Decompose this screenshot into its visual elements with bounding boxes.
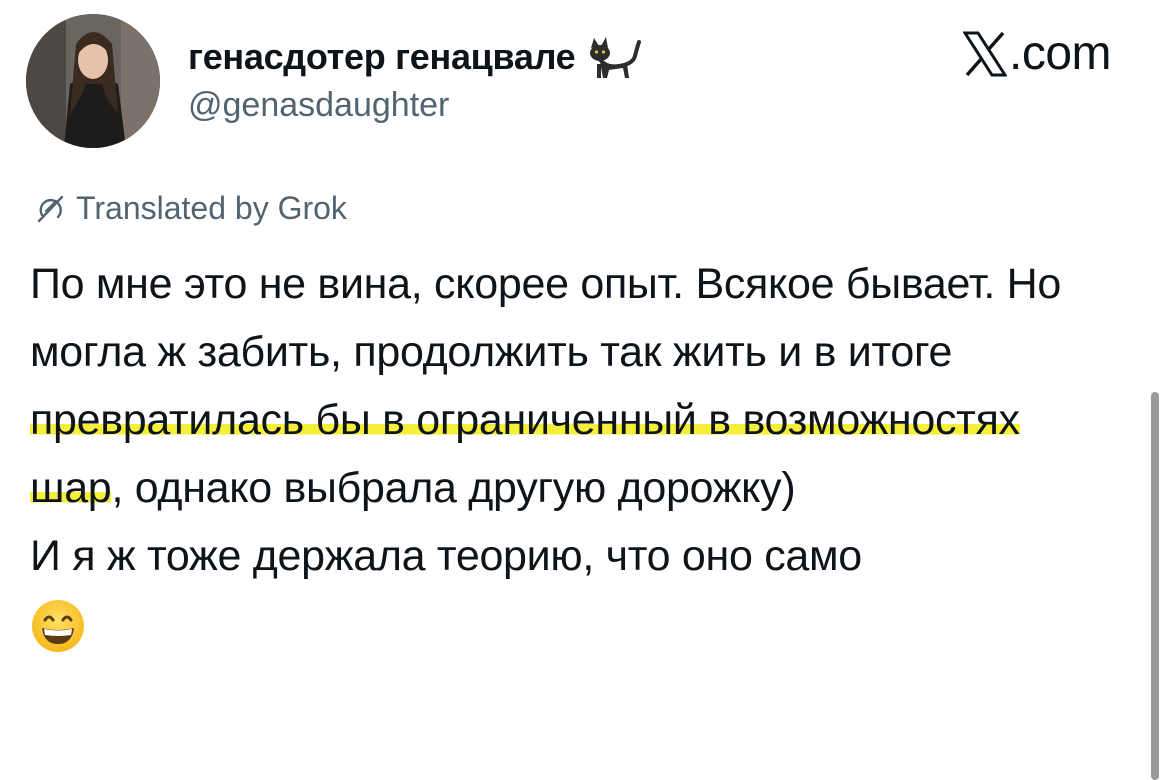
cat-icon (585, 34, 643, 80)
brand-watermark: .com (962, 26, 1112, 81)
tweet-screenshot: генасдотер генацвале @genasdaughter .com… (0, 0, 1169, 780)
tweet-text: По мне это не вина, скорее опыт. Всякое … (30, 250, 1120, 654)
tweet-text-before-highlight: По мне это не вина, скорее опыт. Всякое … (30, 260, 1061, 376)
author-name-row[interactable]: генасдотер генацвале (188, 34, 643, 80)
brand-text: .com (1008, 27, 1112, 80)
grok-icon (34, 193, 66, 225)
tweet-paragraph-2: И я ж тоже держала теорию, что оно само (30, 532, 862, 580)
author-display-name[interactable]: генасдотер генацвале (188, 36, 576, 78)
translation-text[interactable]: Translated by Grok (76, 190, 347, 227)
author-handle[interactable]: @genasdaughter (188, 86, 449, 125)
x-logo-icon (962, 31, 1008, 77)
avatar-photo (26, 14, 160, 148)
scrollbar[interactable] (1151, 392, 1159, 780)
tweet-text-after-highlight: , однако выбрала другую дорожку) (111, 464, 796, 512)
avatar[interactable] (26, 14, 160, 148)
grinning-face-emoji (30, 598, 86, 654)
tweet-paragraph-1: По мне это не вина, скорее опыт. Всякое … (30, 250, 1120, 522)
translation-label[interactable]: Translated by Grok (34, 190, 347, 227)
